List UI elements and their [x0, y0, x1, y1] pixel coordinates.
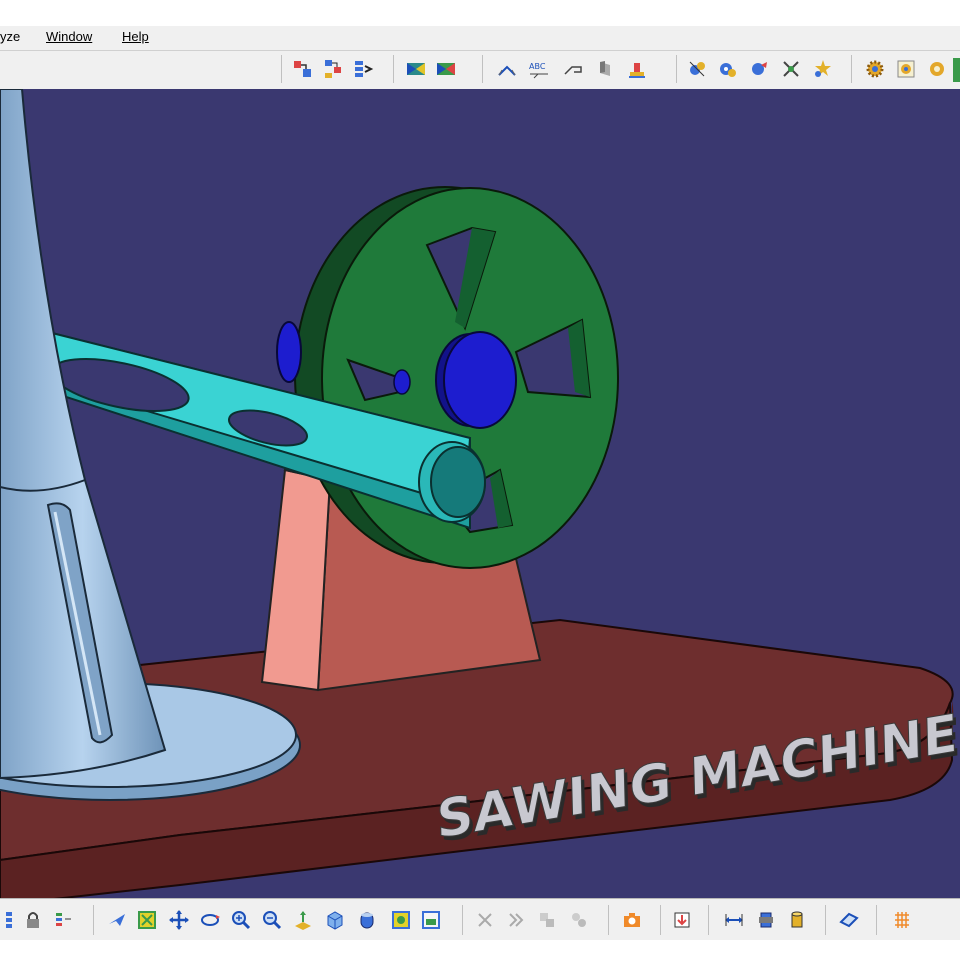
toolbar-separator: [462, 905, 463, 935]
cube-view-icon[interactable]: [388, 907, 414, 933]
stamp-icon[interactable]: [624, 56, 650, 82]
measure-icon[interactable]: [494, 56, 520, 82]
toolbar-separator: [851, 55, 852, 83]
gear-settings-icon[interactable]: [862, 56, 888, 82]
menu-bar: yze Window Help: [0, 26, 960, 50]
rotate-icon[interactable]: [197, 907, 223, 933]
gear-product-icon[interactable]: [893, 56, 919, 82]
annotation-icon[interactable]: [560, 56, 586, 82]
fit-all-icon[interactable]: [134, 907, 160, 933]
zoom-in-icon[interactable]: [228, 907, 254, 933]
bolt-icon[interactable]: [753, 907, 779, 933]
menu-window[interactable]: Window: [46, 29, 92, 44]
shading-icon[interactable]: [354, 907, 380, 933]
svg-text:ABC: ABC: [529, 62, 546, 71]
replace-icon[interactable]: [746, 56, 772, 82]
tree-expand-icon[interactable]: [0, 907, 22, 933]
assembly-icon[interactable]: [290, 56, 316, 82]
menu-analyze[interactable]: yze: [0, 29, 20, 44]
gear-scene-icon[interactable]: [924, 56, 950, 82]
render-icon[interactable]: [418, 907, 444, 933]
fly-icon[interactable]: [104, 907, 130, 933]
cylinder-icon[interactable]: [784, 907, 810, 933]
grid-icon[interactable]: [889, 907, 915, 933]
constraint-icon[interactable]: [320, 56, 346, 82]
view-left-icon[interactable]: [403, 56, 429, 82]
snap-icon[interactable]: [778, 56, 804, 82]
tree-icon[interactable]: [350, 56, 376, 82]
normal-view-icon[interactable]: [290, 907, 316, 933]
dimension-icon[interactable]: [721, 907, 747, 933]
toolbar-separator: [825, 905, 826, 935]
skip-icon[interactable]: [503, 907, 529, 933]
toolbar-separator: [708, 905, 709, 935]
toolbar-separator: [608, 905, 609, 935]
catalog-icon[interactable]: [715, 56, 741, 82]
iso-view-icon[interactable]: [322, 907, 348, 933]
toolbar-separator: [676, 55, 677, 83]
toolbar-separator: [876, 905, 877, 935]
toolbar-separator: [93, 905, 94, 935]
pan-icon[interactable]: [166, 907, 192, 933]
import-icon[interactable]: [669, 907, 695, 933]
highlight-icon[interactable]: [810, 56, 836, 82]
zoom-out-icon[interactable]: [259, 907, 285, 933]
list-icon[interactable]: [50, 907, 76, 933]
toolbar-separator: [281, 55, 282, 83]
compass-icon[interactable]: [684, 56, 710, 82]
swap-icon[interactable]: [534, 907, 560, 933]
sawing-machine-model: SAWING MACHINE SAWING MACHINE: [0, 89, 960, 898]
toolbar-overflow-indicator: [953, 58, 960, 82]
lock-icon[interactable]: [20, 907, 46, 933]
plane-icon[interactable]: [836, 907, 862, 933]
toolbar-separator: [393, 55, 394, 83]
flag-icon[interactable]: [592, 56, 618, 82]
3d-viewport[interactable]: SAWING MACHINE SAWING MACHINE: [0, 89, 960, 898]
camera-icon[interactable]: [619, 907, 645, 933]
cut-icon[interactable]: [472, 907, 498, 933]
multi-icon[interactable]: [566, 907, 592, 933]
bottom-toolbar: [0, 898, 960, 941]
view-right-icon[interactable]: [433, 56, 459, 82]
abc-text-icon[interactable]: ABC: [526, 56, 552, 82]
status-strip: [0, 940, 960, 960]
toolbar-separator: [482, 55, 483, 83]
toolbar-separator: [660, 905, 661, 935]
top-toolbar: ABC: [0, 50, 960, 90]
menu-help[interactable]: Help: [122, 29, 149, 44]
